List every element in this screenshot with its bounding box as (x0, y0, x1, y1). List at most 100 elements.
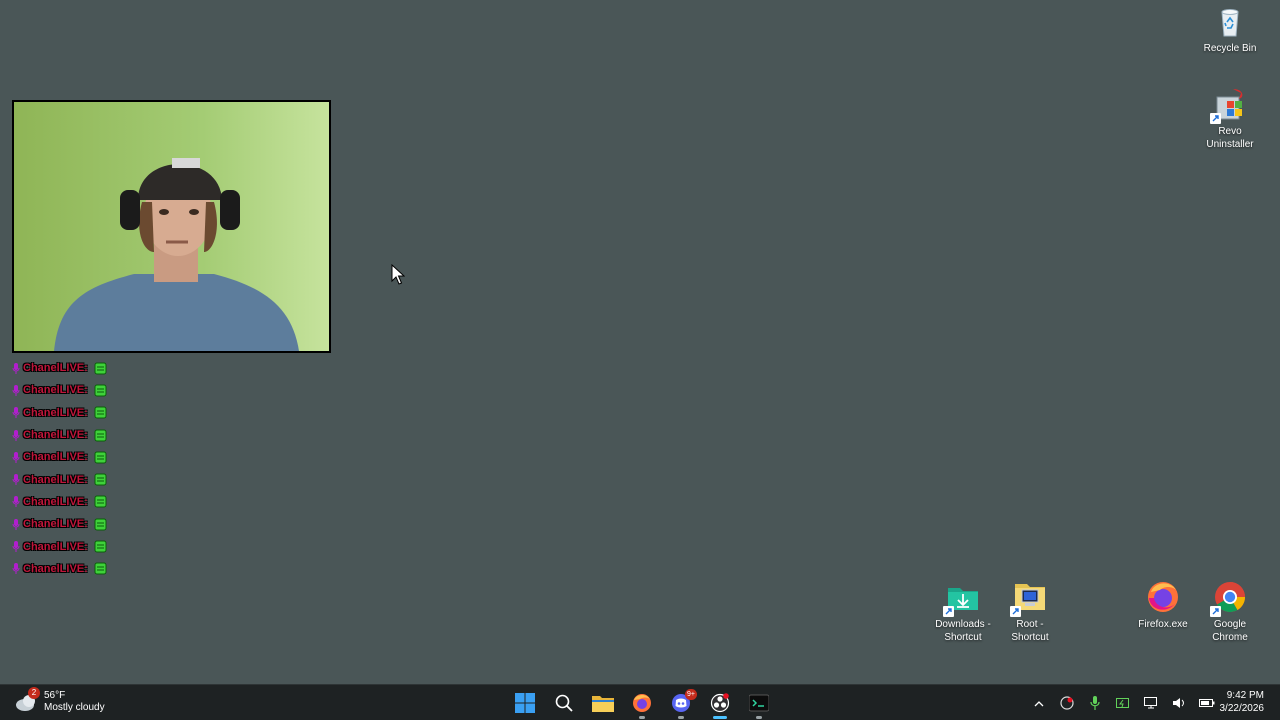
chat-username: ChanelLIVE: (23, 451, 88, 464)
emote-icon (94, 562, 107, 575)
chat-message: ChanelLIVE: (12, 558, 107, 580)
desktop-icon-downloads-shortcut[interactable]: Downloads - Shortcut (931, 580, 995, 644)
emote-icon (94, 473, 107, 486)
search-button[interactable] (544, 685, 583, 720)
mic-badge-icon (12, 518, 20, 530)
folder-icon (591, 696, 614, 712)
mouse-cursor-icon (391, 263, 406, 286)
desktop-icon-firefox[interactable]: Firefox.exe (1131, 580, 1195, 631)
terminal-taskbar-button[interactable] (739, 685, 778, 720)
microphone-icon[interactable] (1081, 685, 1109, 720)
running-indicator (755, 716, 762, 719)
show-hidden-icons-chevron-icon[interactable] (1025, 685, 1053, 720)
weather-badge: 2 (28, 687, 40, 699)
desktop-icon-recycle-bin[interactable]: Recycle Bin (1198, 4, 1262, 55)
desktop-icon-label: Google Chrome (1212, 619, 1248, 643)
emote-icon (94, 384, 107, 397)
stream-chat-overlay: ChanelLIVE: ChanelLIVE: ChanelLIVE: ChanelL… (12, 357, 107, 580)
weather-temp: 56°F (44, 690, 66, 701)
taskbar: 2 56°F Mostly cloudy 9+ 9:42 PM 3/22/202… (0, 684, 1280, 720)
emote-icon (94, 429, 107, 442)
clock-date: 3/22/2026 (1219, 703, 1265, 714)
discord-notification-badge: 9+ (685, 689, 697, 700)
clock-time: 9:42 PM (1226, 690, 1264, 701)
chat-message: ChanelLIVE: (12, 491, 107, 513)
desktop-icon-label: Recycle Bin (1203, 43, 1257, 54)
search-icon (555, 694, 573, 712)
mic-badge-icon (12, 429, 20, 441)
terminal-icon (748, 694, 769, 712)
desktop-icon-revo-uninstaller[interactable]: Revo Uninstaller (1198, 87, 1262, 151)
running-indicator (677, 716, 684, 719)
chat-message: ChanelLIVE: (12, 446, 107, 468)
system-tray (1025, 685, 1221, 720)
desktop-icon-label: Firefox.exe (1138, 619, 1188, 630)
cloud-icon: 2 (14, 687, 40, 715)
taskbar-clock[interactable]: 9:42 PM 3/22/2026 (1220, 689, 1265, 715)
revo-uninstaller-icon (1210, 87, 1247, 124)
chat-message: ChanelLIVE: (12, 468, 107, 490)
mic-badge-icon (12, 362, 20, 374)
mic-badge-icon (12, 563, 20, 575)
start-button[interactable] (505, 685, 544, 720)
desktop-icon-root-shortcut[interactable]: Root - Shortcut (998, 580, 1062, 644)
chat-username: ChanelLIVE: (23, 562, 88, 575)
obs-icon (710, 693, 729, 713)
downloads-folder-icon (943, 580, 980, 617)
weather-condition: Mostly cloudy (44, 702, 105, 713)
emote-icon (94, 495, 107, 508)
chat-message: ChanelLIVE: (12, 379, 107, 401)
active-indicator (712, 716, 727, 719)
chat-message: ChanelLIVE: (12, 357, 107, 379)
firefox-icon (1146, 580, 1180, 614)
recycle-bin-icon (1213, 4, 1247, 38)
desktop-icon-label: Revo Uninstaller (1206, 126, 1254, 150)
emote-icon (94, 406, 107, 419)
chat-username: ChanelLIVE: (23, 540, 88, 553)
mic-badge-icon (12, 451, 20, 463)
mic-badge-icon (12, 407, 20, 419)
windows-logo-icon (514, 693, 535, 713)
obs-tray-icon[interactable] (1053, 685, 1081, 720)
file-explorer-button[interactable] (583, 685, 622, 720)
chat-message: ChanelLIVE: (12, 402, 107, 424)
battery-icon[interactable] (1193, 685, 1221, 720)
chat-username: ChanelLIVE: (23, 495, 88, 508)
chat-message: ChanelLIVE: (12, 513, 107, 535)
desktop-icon-google-chrome[interactable]: Google Chrome (1198, 580, 1262, 644)
mic-badge-icon (12, 474, 20, 486)
root-folder-icon (1010, 580, 1047, 617)
chat-username: ChanelLIVE: (23, 429, 88, 442)
mic-badge-icon (12, 541, 20, 553)
firefox-icon (632, 694, 651, 712)
firefox-taskbar-button[interactable] (622, 685, 661, 720)
chat-username: ChanelLIVE: (23, 473, 88, 486)
chat-message: ChanelLIVE: (12, 535, 107, 557)
weather-widget[interactable]: 2 56°F Mostly cloudy (14, 687, 105, 715)
desktop-icon-label: Root - Shortcut (1011, 619, 1049, 643)
emote-icon (94, 540, 107, 553)
chat-message: ChanelLIVE: (12, 424, 107, 446)
shortcut-arrow-icon (943, 606, 954, 617)
chat-username: ChanelLIVE: (23, 362, 88, 375)
emote-icon (94, 518, 107, 531)
chat-username: ChanelLIVE: (23, 518, 88, 531)
network-icon[interactable] (1137, 685, 1165, 720)
shortcut-arrow-icon (1210, 113, 1221, 124)
emote-icon (94, 362, 107, 375)
shortcut-arrow-icon (1210, 606, 1221, 617)
mic-badge-icon (12, 384, 20, 396)
chrome-icon (1210, 580, 1247, 617)
running-indicator (638, 716, 645, 719)
discord-taskbar-button[interactable]: 9+ (661, 685, 700, 720)
shortcut-arrow-icon (1010, 606, 1021, 617)
chat-username: ChanelLIVE: (23, 384, 88, 397)
battery-charging-icon[interactable] (1109, 685, 1137, 720)
obs-taskbar-button[interactable] (700, 685, 739, 720)
chat-username: ChanelLIVE: (23, 406, 88, 419)
emote-icon (94, 451, 107, 464)
mic-badge-icon (12, 496, 20, 508)
volume-icon[interactable] (1165, 685, 1193, 720)
webcam-overlay (12, 100, 331, 353)
desktop-icon-label: Downloads - Shortcut (935, 619, 991, 643)
